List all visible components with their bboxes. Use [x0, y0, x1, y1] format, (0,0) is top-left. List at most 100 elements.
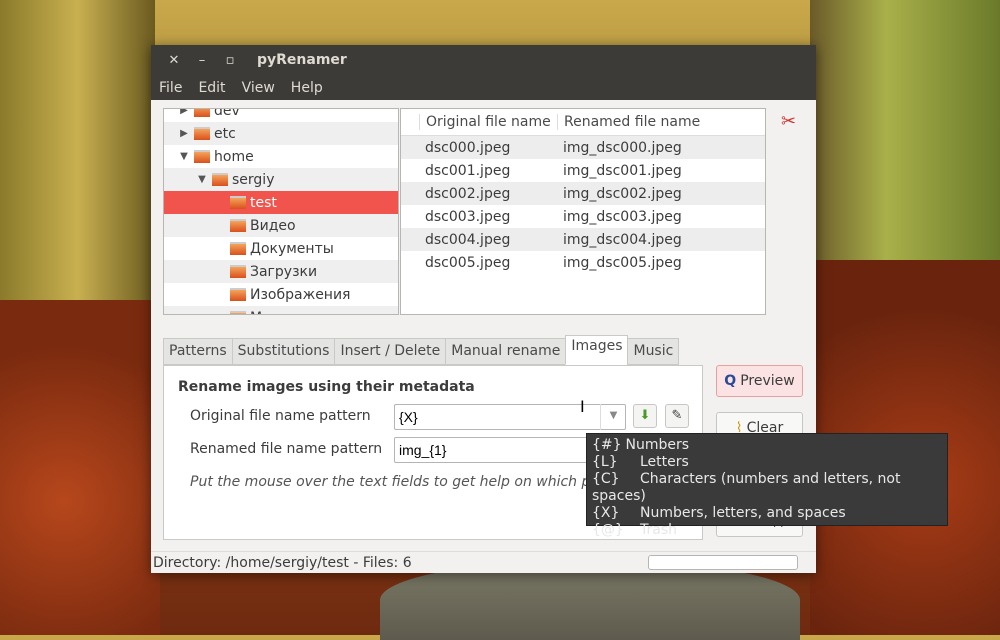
maximize-button[interactable]: ▫ — [221, 53, 239, 68]
tree-item-label: Видео — [250, 217, 296, 234]
folder-icon — [230, 265, 246, 278]
minimize-button[interactable]: – — [193, 53, 211, 68]
pattern-key: {L} — [592, 454, 618, 470]
tooltip-line: {#} Numbers — [592, 437, 942, 454]
file-row[interactable]: dsc003.jpeg img_dsc003.jpeg — [401, 205, 765, 228]
original-pattern-label: Original file name pattern — [190, 408, 371, 424]
original-pattern-input[interactable] — [394, 404, 626, 430]
folder-icon — [230, 196, 246, 209]
window-title: pyRenamer — [257, 52, 347, 68]
folder-icon — [230, 288, 246, 301]
expander-icon[interactable]: ▶ — [178, 109, 190, 116]
pattern-key: {#} — [592, 437, 622, 453]
pattern-key: {C} — [592, 471, 620, 487]
title-bar: ✕ – ▫ pyRenamer — [151, 45, 816, 75]
tooltip-line: {@} Trash — [592, 522, 942, 539]
background-trees — [810, 0, 1000, 260]
tree-item[interactable]: Загрузки — [164, 260, 398, 283]
pattern-key: {X} — [592, 505, 620, 521]
tab-images[interactable]: Images — [565, 335, 629, 365]
expander-icon[interactable]: ▼ — [196, 174, 208, 185]
folder-icon — [230, 311, 246, 314]
menu-bar: File Edit View Help — [151, 75, 816, 100]
pattern-desc: Letters — [640, 454, 689, 470]
file-row[interactable]: dsc002.jpeg img_dsc002.jpeg — [401, 182, 765, 205]
original-name: dsc001.jpeg — [425, 162, 511, 179]
folder-icon — [212, 173, 228, 186]
tree-item[interactable]: ▼ home — [164, 145, 398, 168]
pattern-key: {@} — [592, 522, 624, 538]
close-button[interactable]: ✕ — [165, 53, 183, 68]
pattern-tooltip: {#} Numbers {L} Letters {C} Characters (numbe… — [586, 433, 948, 538]
renamed-name: img_dsc002.jpeg — [563, 185, 682, 202]
text-cursor-icon: I — [580, 397, 585, 416]
tree-item[interactable]: Документы — [164, 237, 398, 260]
pattern-desc: Numbers, letters, and spaces — [640, 505, 846, 521]
directory-tree[interactable]: ▶ dev ▶ etc ▼ home ▼ sergiy test Видео Документы За… — [163, 108, 399, 315]
file-row[interactable]: dsc000.jpeg img_dsc000.jpeg — [401, 136, 765, 159]
renamed-name: img_dsc005.jpeg — [563, 254, 682, 271]
original-name: dsc004.jpeg — [425, 231, 511, 248]
magnifier-icon: Q — [724, 373, 737, 389]
background-trees — [0, 0, 155, 300]
chevron-down-icon[interactable]: ▼ — [600, 404, 626, 430]
tab-insert-delete[interactable]: Insert / Delete — [334, 338, 447, 365]
folder-icon — [194, 150, 210, 163]
menu-edit[interactable]: Edit — [198, 80, 225, 96]
tree-item-label: М... — [250, 310, 275, 315]
menu-view[interactable]: View — [242, 80, 275, 96]
tree-item[interactable]: ▶ dev — [164, 109, 398, 122]
renamed-name: img_dsc004.jpeg — [563, 231, 682, 248]
file-list-header: Original file name Renamed file name — [401, 109, 765, 136]
tab-music[interactable]: Music — [627, 338, 680, 365]
preview-button[interactable]: Q Preview — [716, 365, 803, 397]
renamed-name: img_dsc001.jpeg — [563, 162, 682, 179]
pattern-desc: Numbers — [625, 437, 690, 453]
original-name: dsc003.jpeg — [425, 208, 511, 225]
tab-substitutions[interactable]: Substitutions — [231, 338, 336, 365]
tree-item[interactable]: М... — [164, 306, 398, 315]
tree-item[interactable]: ▶ etc — [164, 122, 398, 145]
tree-item-label: Изображения — [250, 286, 351, 303]
tab-bar: Patterns Substitutions Insert / Delete M… — [163, 335, 680, 365]
tree-item-label: etc — [214, 125, 236, 142]
column-renamed[interactable]: Renamed file name — [557, 114, 700, 130]
tab-patterns[interactable]: Patterns — [163, 338, 233, 365]
menu-file[interactable]: File — [159, 80, 182, 96]
renamed-name: img_dsc003.jpeg — [563, 208, 682, 225]
tools-icon[interactable]: ✂ — [781, 111, 796, 132]
renamed-name: img_dsc000.jpeg — [563, 139, 682, 156]
menu-help[interactable]: Help — [291, 80, 323, 96]
folder-icon — [230, 219, 246, 232]
edit-pattern-button[interactable]: ✎ — [665, 404, 689, 428]
status-text: Directory: /home/sergiy/test - Files: 6 — [153, 554, 412, 571]
original-name: dsc002.jpeg — [425, 185, 511, 202]
tree-item-label: test — [250, 194, 277, 211]
tree-item-label: Загрузки — [250, 263, 318, 280]
expander-icon[interactable]: ▶ — [178, 128, 190, 139]
tooltip-line: {C} Characters (numbers and letters, not … — [592, 471, 942, 505]
tree-item[interactable]: test — [164, 191, 398, 214]
tree-item[interactable]: ▼ sergiy — [164, 168, 398, 191]
tooltip-line: {L} Letters — [592, 454, 942, 471]
pattern-desc: Trash — [640, 522, 677, 538]
panel-heading: Rename images using their metadata — [178, 379, 475, 395]
tree-item[interactable]: Изображения — [164, 283, 398, 306]
preview-label: Preview — [740, 373, 795, 389]
save-pattern-button[interactable]: ⬇ — [633, 404, 657, 428]
file-list[interactable]: Original file name Renamed file name dsc… — [400, 108, 766, 315]
file-row[interactable]: dsc005.jpeg img_dsc005.jpeg — [401, 251, 765, 274]
background-leaves — [0, 300, 160, 635]
original-name: dsc000.jpeg — [425, 139, 511, 156]
tab-manual-rename[interactable]: Manual rename — [445, 338, 567, 365]
column-original[interactable]: Original file name — [419, 114, 557, 130]
file-row[interactable]: dsc004.jpeg img_dsc004.jpeg — [401, 228, 765, 251]
file-row[interactable]: dsc001.jpeg img_dsc001.jpeg — [401, 159, 765, 182]
folder-icon — [194, 127, 210, 140]
tree-item[interactable]: Видео — [164, 214, 398, 237]
tooltip-line: {X} Numbers, letters, and spaces — [592, 505, 942, 522]
expander-icon[interactable]: ▼ — [178, 151, 190, 162]
tree-item-label: home — [214, 148, 254, 165]
folder-icon — [230, 242, 246, 255]
original-name: dsc005.jpeg — [425, 254, 511, 271]
